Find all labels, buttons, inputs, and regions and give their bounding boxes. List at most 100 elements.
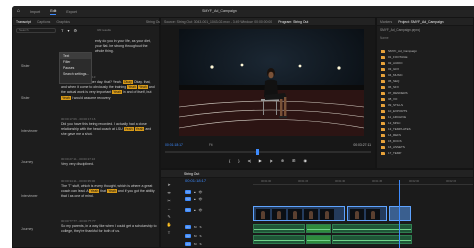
bin-name: 11_ARCHIVE bbox=[388, 115, 407, 119]
audio-clip[interactable] bbox=[253, 235, 305, 244]
pen-tool-icon[interactable]: ✎ bbox=[164, 214, 174, 222]
waveform bbox=[307, 229, 330, 230]
speaker-label[interactable]: Journey bbox=[21, 227, 33, 231]
razor-tool-icon[interactable]: ✂ bbox=[164, 198, 174, 206]
monitor-scrubber[interactable] bbox=[165, 149, 371, 155]
audio-clip[interactable] bbox=[332, 224, 412, 233]
highlighted-word[interactable]: Okay bbox=[122, 80, 133, 84]
audio-clip[interactable] bbox=[306, 235, 331, 244]
step-back-icon[interactable]: ◂| bbox=[248, 158, 251, 163]
highlighted-word[interactable]: Yeah bbox=[127, 85, 138, 90]
ripple-edit-icon[interactable]: ⇹ bbox=[164, 190, 174, 198]
transcript-panel: Transcript Captions Graphics String Out … bbox=[12, 17, 161, 248]
eye-icon[interactable]: 👁︎ bbox=[199, 197, 203, 201]
highlighted-word[interactable]: Yeah bbox=[123, 127, 134, 132]
playhead-timecode[interactable]: 00:01:18:17 bbox=[165, 143, 183, 147]
hand-tool-icon[interactable]: ✋ bbox=[164, 222, 174, 230]
scrubber-playhead[interactable] bbox=[255, 149, 259, 155]
track-header-a3[interactable]: A3 M S bbox=[185, 242, 251, 246]
highlighted-word[interactable]: Yeah bbox=[134, 127, 145, 132]
highlighted-word[interactable]: Yeah bbox=[89, 189, 100, 194]
tab-captions[interactable]: Captions bbox=[37, 20, 50, 24]
solo-icon[interactable]: S bbox=[200, 242, 202, 246]
speaker-label[interactable]: Sister bbox=[21, 96, 30, 100]
filter-icon[interactable]: ▾ bbox=[67, 28, 69, 33]
mute-icon[interactable]: M bbox=[194, 234, 197, 238]
solo-icon[interactable]: S bbox=[200, 234, 202, 238]
track-header-v2[interactable]: V2 🔒︎ 👁︎ bbox=[185, 197, 251, 201]
tab-markers[interactable]: Markers bbox=[380, 20, 392, 24]
home-icon[interactable]: ⌂ bbox=[17, 9, 22, 14]
type-tool-icon[interactable]: T bbox=[164, 230, 174, 238]
clip-thumbnail bbox=[256, 209, 270, 220]
folder-icon bbox=[381, 91, 385, 95]
ruler-tick: 00:02:15 bbox=[446, 180, 457, 183]
speaker-label[interactable]: Sister bbox=[21, 64, 30, 68]
transcript-text[interactable]: Did you have this being recorded. I actu… bbox=[61, 122, 157, 138]
solo-icon[interactable]: S bbox=[200, 225, 202, 229]
tab-edit[interactable]: Edit bbox=[50, 9, 57, 15]
tab-transcript[interactable]: Transcript bbox=[16, 20, 31, 24]
tab-project[interactable]: Project: SMYF_Ad_Campaign bbox=[398, 20, 443, 24]
lock-icon[interactable]: 🔒︎ bbox=[194, 208, 196, 212]
tab-source-monitor[interactable]: Source: String Out: 3043-001_1043-02.mov… bbox=[164, 20, 272, 24]
tab-graphics[interactable]: Graphics bbox=[56, 20, 70, 24]
audio-clip[interactable] bbox=[332, 235, 412, 244]
audio-clip[interactable] bbox=[306, 224, 331, 233]
slip-tool-icon[interactable]: ↔ bbox=[164, 206, 174, 214]
tab-sequence[interactable]: String Out bbox=[184, 172, 199, 176]
tab-program-monitor[interactable]: Program: String Out bbox=[278, 20, 308, 24]
bin-item[interactable]: 17_TEMP bbox=[381, 150, 471, 156]
mute-icon[interactable]: M bbox=[194, 242, 197, 246]
overwrite-icon[interactable]: ⊞ bbox=[292, 158, 295, 163]
zoom-fit-dropdown[interactable]: Fit bbox=[209, 143, 213, 147]
lock-icon[interactable]: 🔒︎ bbox=[194, 197, 196, 201]
mark-in-icon[interactable]: { bbox=[229, 158, 230, 163]
track-header-a2[interactable]: A2 M S bbox=[185, 234, 251, 238]
selection-tool-icon[interactable]: ➤ bbox=[164, 182, 174, 190]
tab-export[interactable]: Export bbox=[66, 10, 76, 14]
settings-icon[interactable]: ⚙ bbox=[73, 28, 77, 33]
waveform bbox=[254, 240, 304, 241]
audio-clip[interactable] bbox=[253, 224, 305, 233]
speaker-label[interactable]: Interviewer bbox=[21, 194, 38, 198]
track-header-v3[interactable]: V3 🔒︎ 👁︎ bbox=[185, 190, 251, 194]
highlighted-word[interactable]: Yeah bbox=[138, 85, 148, 90]
transcript-block: Journey 00:00:??:?? - 00:00:??:?? So my … bbox=[13, 218, 161, 248]
eye-icon[interactable]: 👁︎ bbox=[199, 208, 203, 212]
column-header-name[interactable]: Name bbox=[377, 34, 473, 42]
video-clip[interactable] bbox=[253, 206, 345, 221]
track-header-v1[interactable]: V1 🔒︎ 👁︎ bbox=[185, 208, 251, 212]
timeline-timecode[interactable]: 00:01:18:17 bbox=[185, 178, 206, 183]
transcript-text[interactable]: Very very disciplined. bbox=[61, 162, 157, 167]
timeline-playhead[interactable] bbox=[399, 180, 400, 248]
video-clip[interactable] bbox=[347, 206, 387, 221]
video-clip-selected[interactable] bbox=[389, 206, 411, 221]
export-frame-icon[interactable]: ◉ bbox=[304, 158, 308, 163]
mute-icon[interactable]: M bbox=[194, 225, 197, 229]
lock-icon[interactable]: 🔒︎ bbox=[194, 190, 196, 194]
eye-icon[interactable]: 👁︎ bbox=[199, 190, 203, 194]
insert-icon[interactable]: ⊕ bbox=[281, 158, 284, 163]
highlighted-word[interactable]: Yeah bbox=[107, 189, 117, 194]
transcript-text[interactable]: The 'T' stuff, which is every thought, w… bbox=[61, 184, 157, 200]
transcript-text[interactable]: enly do you in your life, as your diet, … bbox=[95, 39, 157, 55]
text-filter-icon[interactable]: T bbox=[61, 28, 63, 33]
menu-item-search-settings[interactable]: Search settings... bbox=[60, 71, 91, 77]
speaker-label[interactable]: Interviewer bbox=[21, 129, 38, 133]
highlighted-word[interactable]: Yeah bbox=[112, 90, 123, 95]
play-icon[interactable]: ▶ bbox=[259, 158, 262, 163]
speaker-label[interactable]: Journey bbox=[21, 160, 33, 164]
clip-thumbnail bbox=[304, 209, 318, 220]
track-header-a1[interactable]: A1 M S bbox=[185, 225, 251, 229]
folder-icon bbox=[381, 151, 385, 155]
highlighted-word[interactable]: Yeah bbox=[61, 95, 71, 100]
step-forward-icon[interactable]: |▸ bbox=[270, 158, 273, 163]
tab-import[interactable]: Import bbox=[30, 10, 40, 14]
folder-icon bbox=[381, 145, 385, 149]
transcript-text[interactable]: So my parents, in a way like when I coul… bbox=[61, 224, 157, 234]
mark-out-icon[interactable]: } bbox=[238, 158, 239, 163]
search-input[interactable]: Search bbox=[16, 27, 56, 33]
time-ruler[interactable]: 00:01:00 00:01:15 00:01:30 00:01:45 00:0… bbox=[253, 180, 473, 185]
video-frame[interactable] bbox=[179, 29, 364, 136]
